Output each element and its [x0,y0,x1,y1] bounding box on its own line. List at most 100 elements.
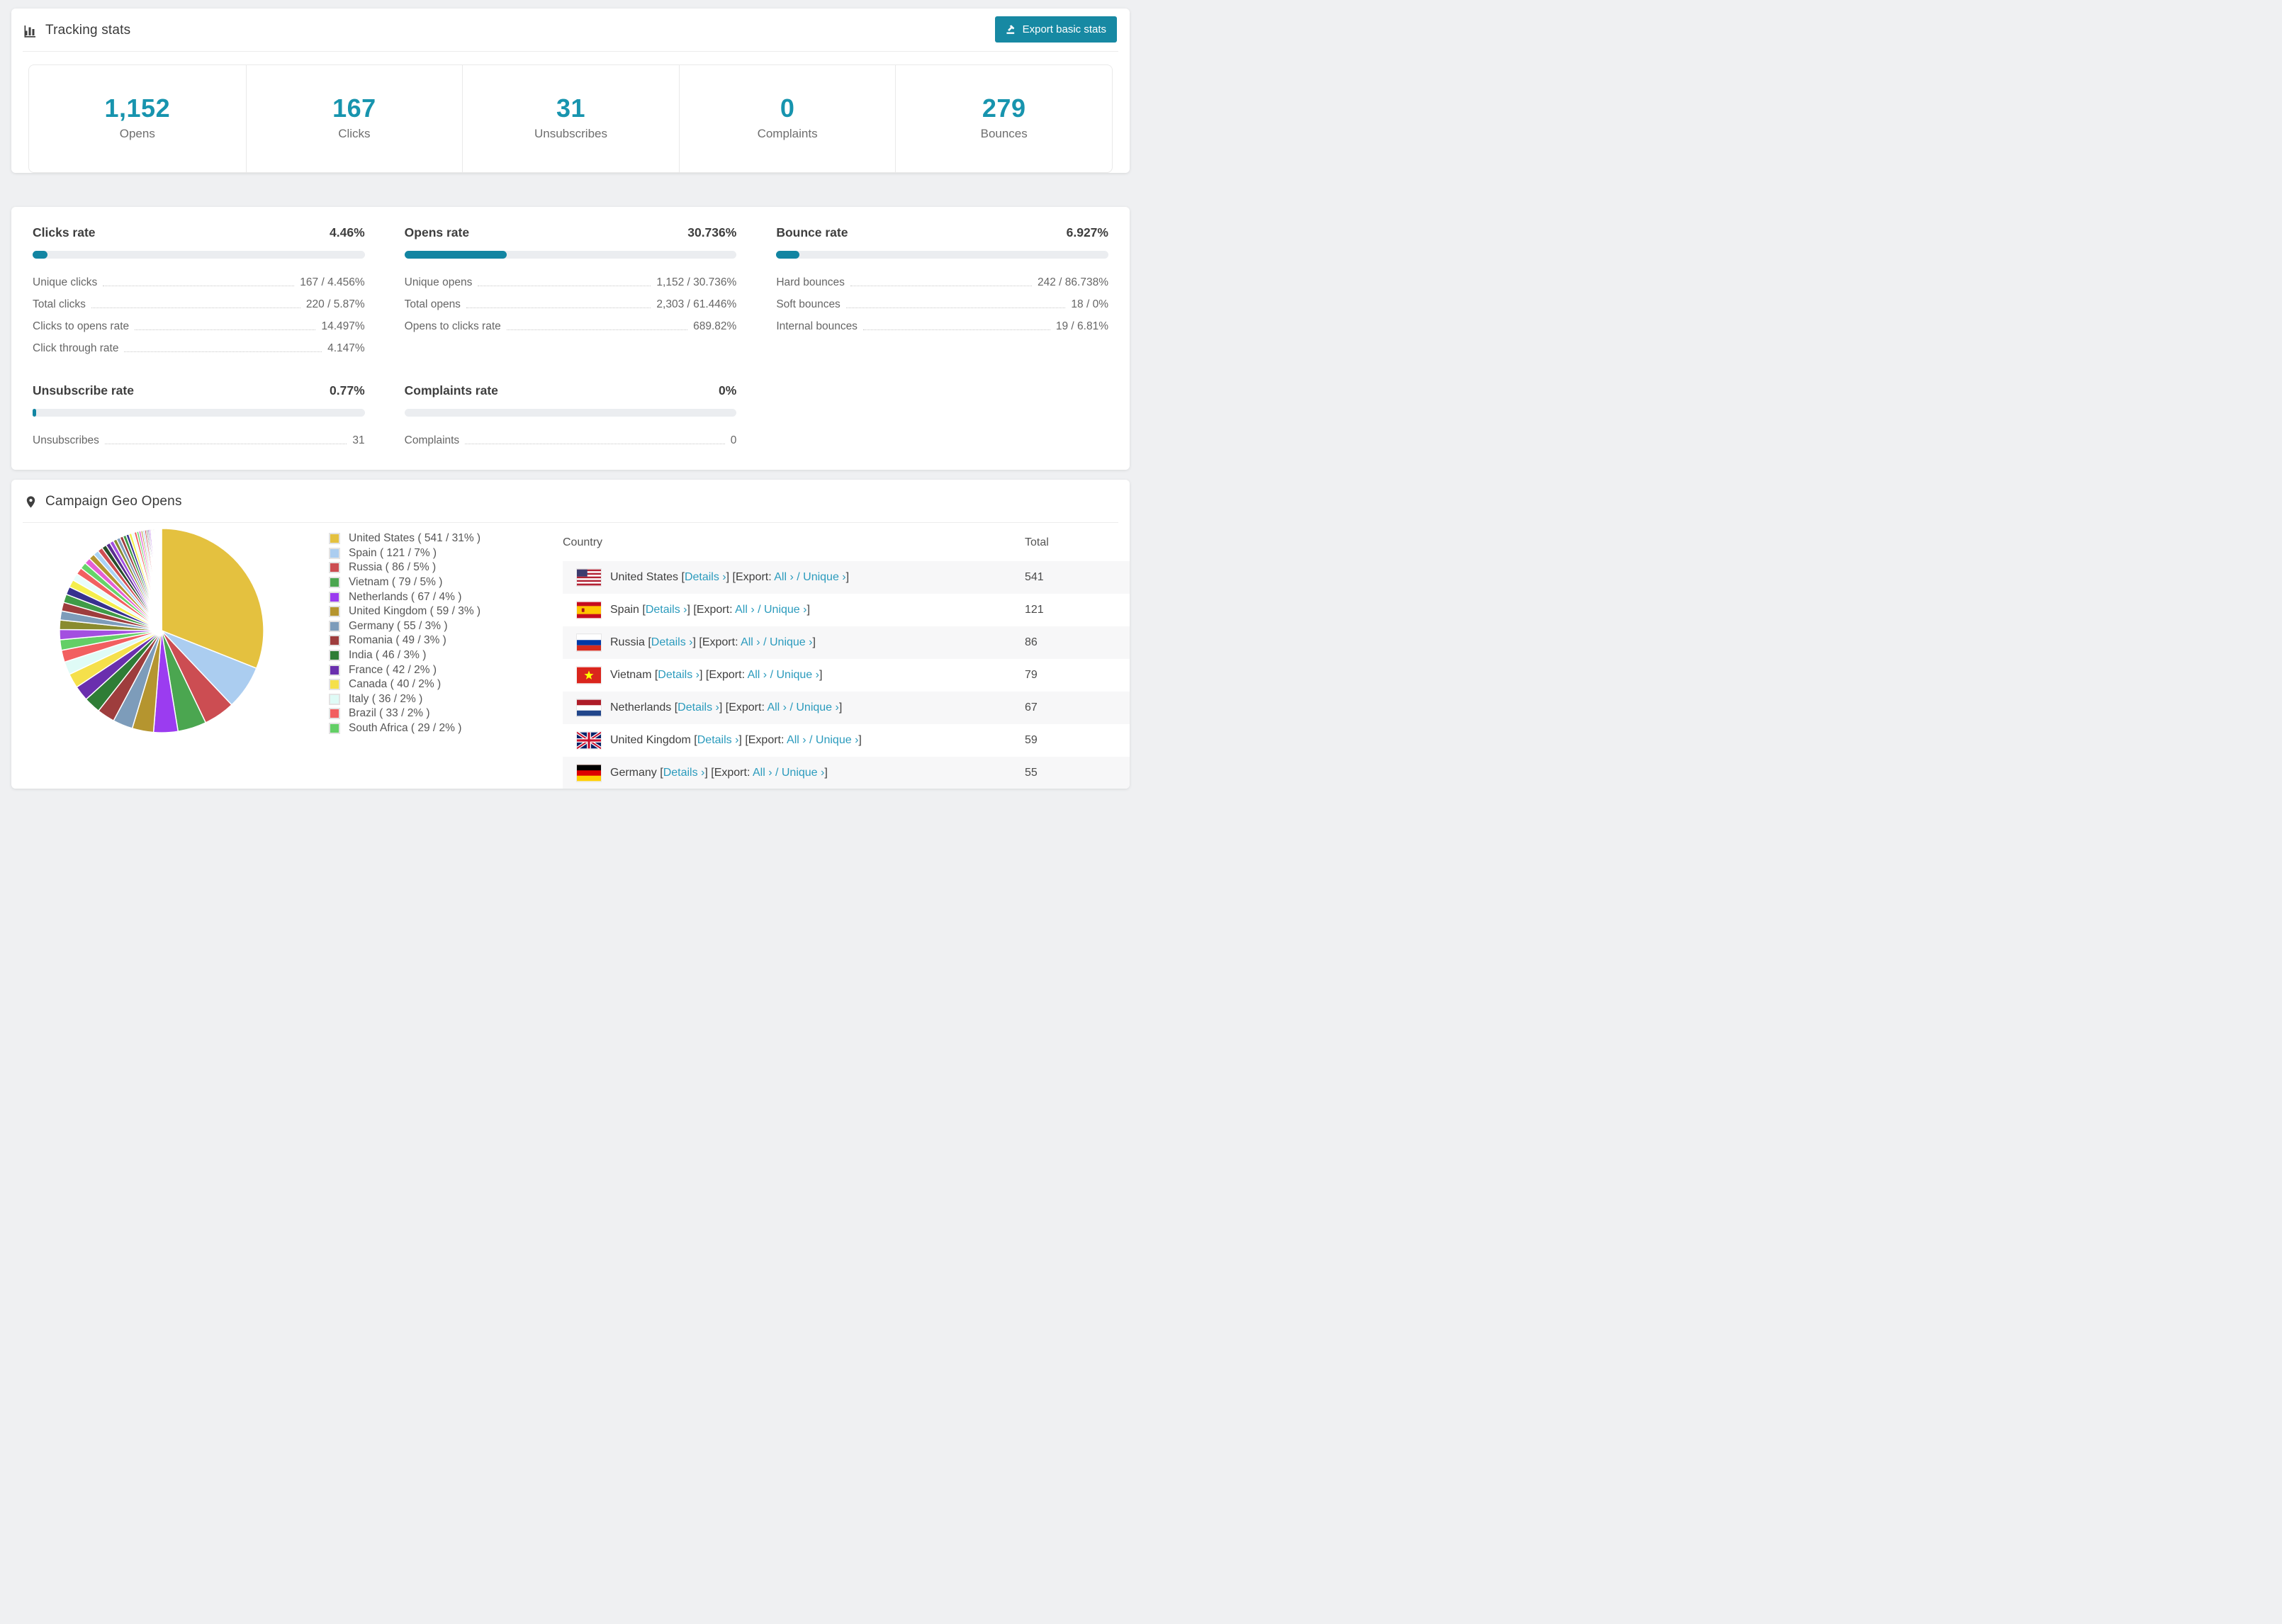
geo-body: United States ( 541 / 31% ) Spain ( 121 … [11,523,1130,789]
rate-row-value: 689.82% [693,320,737,332]
summary-stat-box: 1,152 Opens [29,65,246,172]
rate-row-value: 31 [352,434,365,446]
legend-item: Brazil ( 33 / 2% ) [329,706,519,721]
rate-detail-rows: Unique clicks 167 / 4.456% Total clicks … [33,271,365,359]
country-links: United Kingdom [Details ›] [Export: All … [610,734,862,746]
geo-header: Campaign Geo Opens [23,480,1118,523]
details-link[interactable]: Details › [658,669,699,681]
rate-row-label: Click through rate [33,342,119,354]
geo-table-row[interactable]: Vietnam [Details ›] [Export: All › / Uni… [563,659,1130,692]
legend-item: South Africa ( 29 / 2% ) [329,721,519,736]
rate-block: Clicks rate 4.46% Unique clicks 167 / 4.… [33,225,365,359]
campaign-geo-opens-card: Campaign Geo Opens United States ( 541 /… [11,480,1130,789]
rate-row-value: 167 / 4.456% [300,276,365,288]
legend-swatch [329,591,340,603]
export-all-link[interactable]: All › [774,571,794,583]
rate-value: 6.927% [1066,225,1108,239]
map-pin-icon [24,495,38,509]
rates-grid: Clicks rate 4.46% Unique clicks 167 / 4.… [33,225,1108,451]
rate-progress-bar [33,409,365,417]
export-unique-link[interactable]: Unique › [803,571,845,583]
rate-progress-fill [33,251,47,259]
legend-label: Romania ( 49 / 3% ) [349,634,446,647]
legend-item: Russia ( 86 / 5% ) [329,560,519,575]
details-link[interactable]: Details › [697,734,739,746]
geo-table-row[interactable]: United Kingdom [Details ›] [Export: All … [563,724,1130,757]
legend-label: United States ( 541 / 31% ) [349,532,481,545]
legend-item: India ( 46 / 3% ) [329,648,519,663]
pie-legend: United States ( 541 / 31% ) Spain ( 121 … [329,531,519,735]
legend-label: Italy ( 36 / 2% ) [349,692,423,705]
rate-detail-rows: Hard bounces 242 / 86.738% Soft bounces … [776,271,1108,337]
dotted-leader [506,329,688,330]
legend-item: Germany ( 55 / 3% ) [329,619,519,634]
details-link[interactable]: Details › [685,571,726,583]
export-all-link[interactable]: All › [787,734,806,746]
geo-table-wrap: Country Total United States [Details ›] … [563,523,1130,789]
rate-detail-row: Soft bounces 18 / 0% [776,293,1108,315]
export-unique-link[interactable]: Unique › [764,604,806,616]
legend-item: Vietnam ( 79 / 5% ) [329,575,519,590]
country-links: Germany [Details ›] [Export: All › / Uni… [610,767,828,779]
geo-table-header-row: Country Total [563,523,1130,561]
export-unique-link[interactable]: Unique › [776,669,819,681]
details-link[interactable]: Details › [651,636,693,648]
legend-swatch [329,723,340,735]
export-all-link[interactable]: All › [753,767,772,779]
country-flag-icon [577,634,601,651]
geo-table-row[interactable]: Russia [Details ›] [Export: All › / Uniq… [563,626,1130,659]
legend-swatch [329,533,340,545]
export-all-link[interactable]: All › [767,701,787,714]
export-unique-link[interactable]: Unique › [782,767,824,779]
rate-title: Complaints rate [404,383,498,397]
country-total: 86 [1025,636,1038,648]
geo-title: Campaign Geo Opens [45,494,182,509]
dotted-leader [124,351,322,352]
geo-opens-pie-chart[interactable] [57,526,266,735]
rate-row-label: Opens to clicks rate [404,320,501,332]
export-all-link[interactable]: All › [741,636,760,648]
geo-table-row[interactable]: Netherlands [Details ›] [Export: All › /… [563,692,1130,724]
legend-swatch [329,620,340,632]
export-all-link[interactable]: All › [748,669,768,681]
country-links: Vietnam [Details ›] [Export: All › / Uni… [610,669,823,681]
stat-value: 279 [982,94,1026,123]
rate-row-value: 2,303 / 61.446% [656,298,737,310]
rate-row-value: 0 [730,434,737,446]
export-basic-stats-button[interactable]: Export basic stats [994,16,1117,43]
details-link[interactable]: Details › [646,604,687,616]
country-links: United States [Details ›] [Export: All ›… [610,571,850,583]
export-unique-link[interactable]: Unique › [816,734,858,746]
rate-value: 4.46% [330,225,365,239]
legend-label: India ( 46 / 3% ) [349,649,427,662]
rate-detail-row: Total opens 2,303 / 61.446% [405,293,737,315]
country-total: 121 [1025,604,1044,616]
stat-label: Bounces [980,127,1028,140]
rate-row-value: 4.147% [327,342,365,354]
geo-table-row[interactable]: United States [Details ›] [Export: All ›… [563,561,1130,594]
rate-row-value: 242 / 86.738% [1038,276,1108,288]
rate-row-label: Total opens [404,298,461,310]
details-link[interactable]: Details › [663,767,705,779]
geo-table-row[interactable]: Spain [Details ›] [Export: All › / Uniqu… [563,594,1130,626]
legend-swatch [329,679,340,691]
legend-swatch [329,650,340,662]
details-link[interactable]: Details › [678,701,719,714]
geo-table-row[interactable]: Germany [Details ›] [Export: All › / Uni… [563,757,1130,789]
rate-value: 0.77% [330,383,365,397]
country-total: 79 [1025,669,1038,681]
stat-label: Clicks [338,127,371,140]
rate-detail-row: Opens to clicks rate 689.82% [405,315,737,337]
slash-separator: / [767,669,777,681]
legend-item: United Kingdom ( 59 / 3% ) [329,604,519,619]
export-all-link[interactable]: All › [735,604,755,616]
legend-label: Canada ( 40 / 2% ) [349,678,442,691]
legend-label: Russia ( 86 / 5% ) [349,561,437,574]
rate-detail-row: Internal bounces 19 / 6.81% [776,315,1108,337]
country-flag-icon [577,765,601,782]
export-unique-link[interactable]: Unique › [770,636,812,648]
legend-item: Netherlands ( 67 / 4% ) [329,590,519,604]
rate-row-value: 19 / 6.81% [1055,320,1108,332]
export-unique-link[interactable]: Unique › [796,701,838,714]
rate-row-label: Hard bounces [776,276,845,288]
